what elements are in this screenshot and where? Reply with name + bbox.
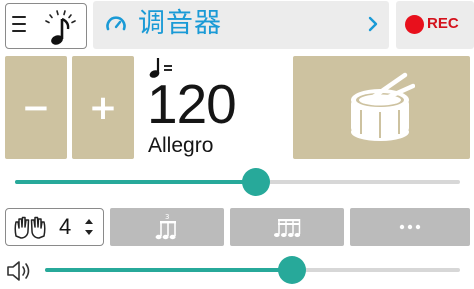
tuner-title: 调音器 bbox=[138, 8, 222, 39]
sixteenth-notes-icon bbox=[274, 219, 301, 237]
volume-slider-thumb[interactable] bbox=[278, 256, 306, 284]
chevron-right-icon bbox=[368, 16, 378, 32]
triplet-subdivision-button[interactable]: 3 bbox=[110, 208, 224, 246]
record-button[interactable]: REC bbox=[396, 1, 474, 49]
more-options-icon bbox=[399, 224, 421, 230]
menu-metronome-button[interactable] bbox=[5, 3, 87, 49]
decrease-tempo-button[interactable]: − bbox=[5, 56, 67, 159]
volume-slider-fill bbox=[45, 268, 292, 272]
record-dot-icon bbox=[405, 15, 424, 34]
clap-hands-icon bbox=[14, 216, 46, 239]
hamburger-menu-icon bbox=[12, 16, 26, 33]
beats-count: 4 bbox=[59, 214, 72, 239]
tempo-slider-thumb[interactable] bbox=[242, 168, 270, 196]
tempo-slider-fill bbox=[15, 180, 257, 184]
speaker-volume-icon bbox=[7, 261, 30, 281]
tuner-gauge-icon bbox=[106, 16, 126, 31]
up-down-stepper-icon[interactable] bbox=[83, 216, 95, 238]
tuner-nav-button[interactable]: 调音器 bbox=[93, 1, 389, 49]
record-label: REC bbox=[427, 15, 459, 32]
triplet-notes-icon: 3 bbox=[155, 213, 176, 240]
svg-text:3: 3 bbox=[165, 213, 169, 221]
plus-label: + bbox=[88, 87, 118, 128]
metronome-note-icon bbox=[45, 10, 76, 45]
sixteenth-subdivision-button[interactable] bbox=[230, 208, 344, 246]
tempo-marking: Allegro bbox=[148, 134, 214, 157]
beats-per-bar-selector[interactable]: 4 bbox=[5, 208, 104, 246]
drum-icon bbox=[351, 72, 415, 141]
more-options-button[interactable] bbox=[350, 208, 470, 246]
tap-drum-button[interactable] bbox=[293, 56, 470, 159]
minus-label: − bbox=[21, 87, 51, 128]
increase-tempo-button[interactable]: + bbox=[72, 56, 134, 159]
bpm-value: 120 bbox=[147, 73, 237, 135]
